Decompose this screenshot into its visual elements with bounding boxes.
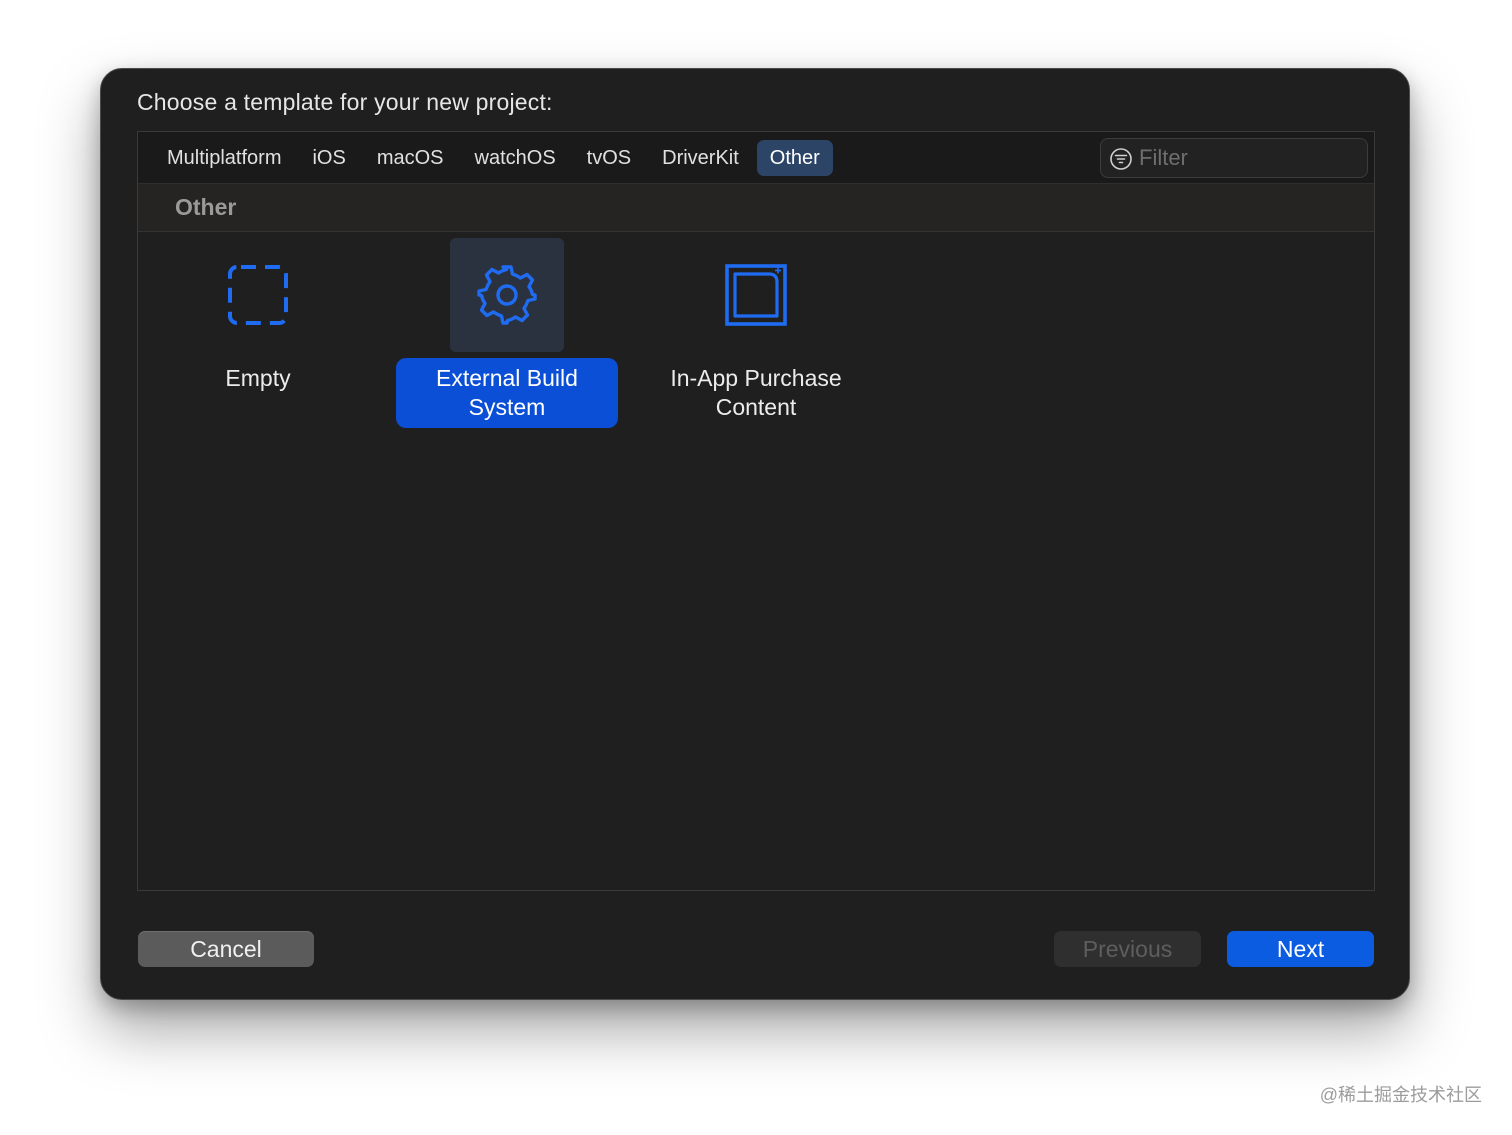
tab-driverkit[interactable]: DriverKit — [649, 140, 752, 176]
tab-tvos[interactable]: tvOS — [574, 140, 644, 176]
watermark: @稀土掘金技术社区 — [1319, 1085, 1482, 1105]
platform-tab-bar: Multiplatform iOS macOS watchOS tvOS Dri… — [138, 132, 1374, 184]
filter-input[interactable] — [1139, 139, 1359, 177]
dashed-square-icon — [228, 265, 288, 325]
tab-macos[interactable]: macOS — [364, 140, 457, 176]
filter-field[interactable] — [1100, 138, 1368, 178]
tab-ios[interactable]: iOS — [299, 140, 358, 176]
template-icon-container — [450, 238, 564, 352]
section-header: Other — [138, 184, 1374, 232]
framed-square-plus-icon — [725, 264, 787, 326]
template-in-app-purchase-content[interactable]: In-App Purchase Content — [636, 238, 876, 428]
cancel-button[interactable]: Cancel — [138, 931, 314, 967]
template-label: Empty — [225, 365, 291, 391]
gear-icon — [477, 265, 537, 325]
template-icon-container — [201, 238, 315, 352]
template-icon-container — [699, 238, 813, 352]
section-title: Other — [175, 194, 237, 220]
template-external-build-system[interactable]: External Build System — [387, 238, 627, 428]
tab-watchos[interactable]: watchOS — [462, 140, 569, 176]
filter-circle-icon — [1110, 148, 1132, 170]
new-project-dialog: Choose a template for your new project: … — [100, 68, 1410, 1000]
tab-other[interactable]: Other — [756, 140, 833, 176]
template-empty[interactable]: Empty — [138, 238, 378, 399]
template-panel: Multiplatform iOS macOS watchOS tvOS Dri… — [137, 131, 1375, 891]
dialog-prompt: Choose a template for your new project: — [137, 89, 553, 115]
template-label: In-App Purchase Content — [670, 365, 842, 420]
template-label: External Build System — [396, 358, 618, 428]
next-button[interactable]: Next — [1227, 931, 1374, 967]
template-grid: Empty External Build System In-App Purch… — [138, 232, 1374, 890]
previous-button[interactable]: Previous — [1054, 931, 1201, 967]
tab-multiplatform[interactable]: Multiplatform — [154, 140, 294, 176]
